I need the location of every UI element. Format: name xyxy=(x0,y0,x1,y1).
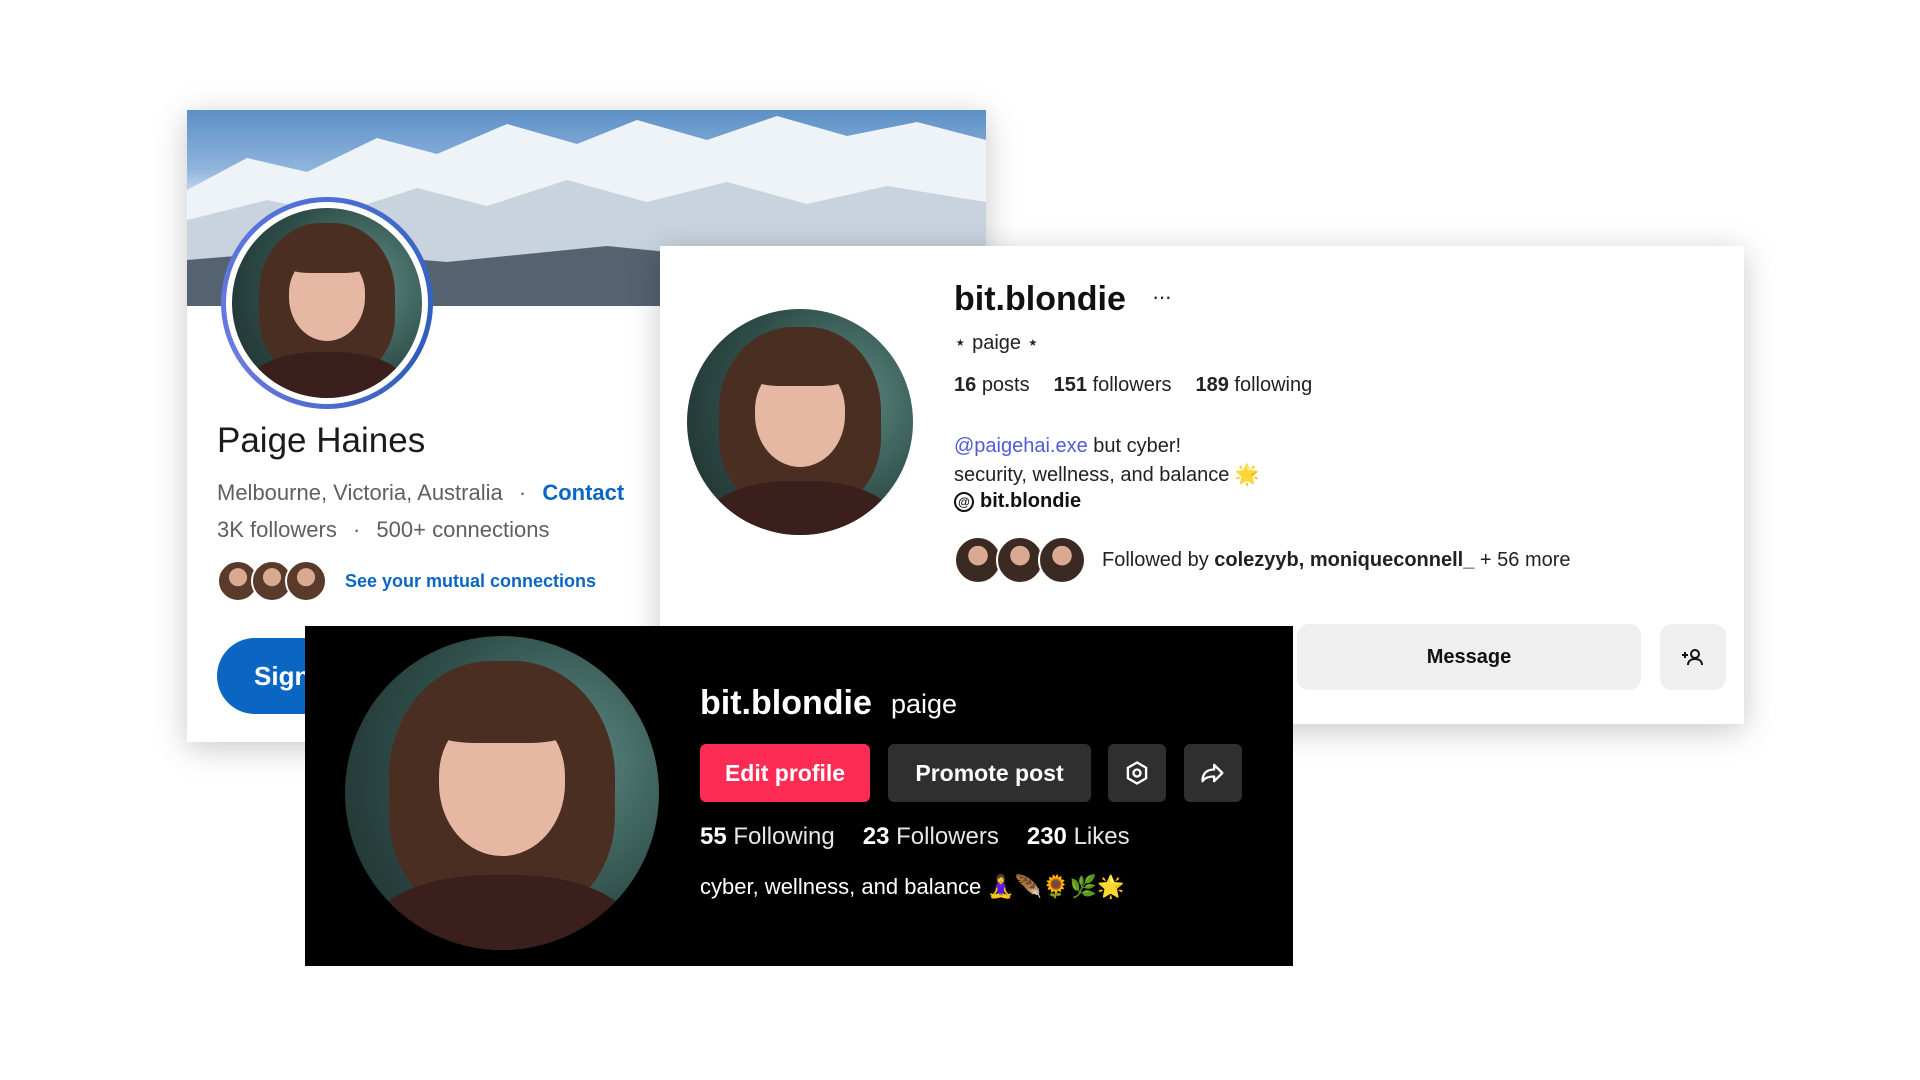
mutual-connections-link[interactable]: See your mutual connections xyxy=(345,571,596,592)
followers-count: 3K followers xyxy=(217,517,337,542)
display-name: ⋆ paige ⋆ xyxy=(954,332,1040,354)
username: bit.blondie xyxy=(700,684,872,722)
location-text: Melbourne, Victoria, Australia xyxy=(217,480,503,505)
avatar[interactable] xyxy=(221,197,433,409)
threads-handle: bit.blondie xyxy=(980,490,1082,512)
following-stat[interactable]: 55 Following xyxy=(700,823,835,851)
message-button[interactable]: Message xyxy=(1297,624,1641,690)
profile-photo xyxy=(232,208,422,398)
follower-avatar xyxy=(1038,536,1086,584)
avatar[interactable] xyxy=(345,636,659,950)
profile-photo xyxy=(687,309,913,535)
posts-stat: 16 posts xyxy=(954,374,1030,396)
ellipsis-icon[interactable]: ··· xyxy=(1152,284,1172,310)
followers-row: 3K followers · 500+ connections xyxy=(217,517,550,543)
follower-avatar xyxy=(996,536,1044,584)
nickname: paige xyxy=(891,689,958,719)
bio-text: cyber, wellness, and balance 🧘‍♀️🪶🌻🌿🌟 xyxy=(700,874,1125,899)
followed-by-text: Followed by colezyyb, moniqueconnell_ + … xyxy=(1102,548,1571,571)
separator-dot: · xyxy=(518,480,527,505)
settings-icon[interactable] xyxy=(1108,744,1166,802)
bio-line: security, wellness, and balance 🌟 xyxy=(954,464,1260,486)
profile-name: Paige Haines xyxy=(217,421,426,460)
following-stat[interactable]: 189 following xyxy=(1195,374,1312,397)
follower-avatar xyxy=(954,536,1002,584)
share-icon[interactable] xyxy=(1184,744,1242,802)
mutual-connections-row: See your mutual connections xyxy=(217,560,596,602)
followers-stat[interactable]: 151 followers xyxy=(1054,374,1172,397)
bio-line: @paigehai.exe but cyber! xyxy=(954,435,1182,457)
threads-link[interactable]: @ bit.blondie xyxy=(954,490,1081,513)
connections-count: 500+ connections xyxy=(376,517,550,542)
bio-mention-link[interactable]: @paigehai.exe xyxy=(954,435,1088,457)
threads-icon: @ xyxy=(954,491,974,512)
username: bit.blondie xyxy=(954,280,1126,318)
followers-stat[interactable]: 23 Followers xyxy=(863,823,999,851)
avatar[interactable] xyxy=(687,309,913,535)
add-user-icon[interactable] xyxy=(1660,624,1726,690)
tiktok-profile-card: bit.blondie paige Edit profile Promote p… xyxy=(305,626,1293,966)
profile-stats: 16 posts 151 followers 189 following xyxy=(954,374,1312,397)
contact-info-link[interactable]: Contact xyxy=(542,480,624,505)
location-row: Melbourne, Victoria, Australia · Contact xyxy=(217,480,624,506)
likes-stat: 230 Likes xyxy=(1026,823,1130,850)
followed-by-row[interactable]: Followed by colezyyb, moniqueconnell_ + … xyxy=(954,536,1571,584)
separator-dot: · xyxy=(352,517,361,542)
promote-post-button[interactable]: Promote post xyxy=(888,744,1091,802)
profile-stats: 55 Following 23 Followers 230 Likes xyxy=(700,823,1130,851)
profile-photo xyxy=(345,636,659,950)
edit-profile-button[interactable]: Edit profile xyxy=(700,744,870,802)
mutual-avatar xyxy=(285,560,327,602)
